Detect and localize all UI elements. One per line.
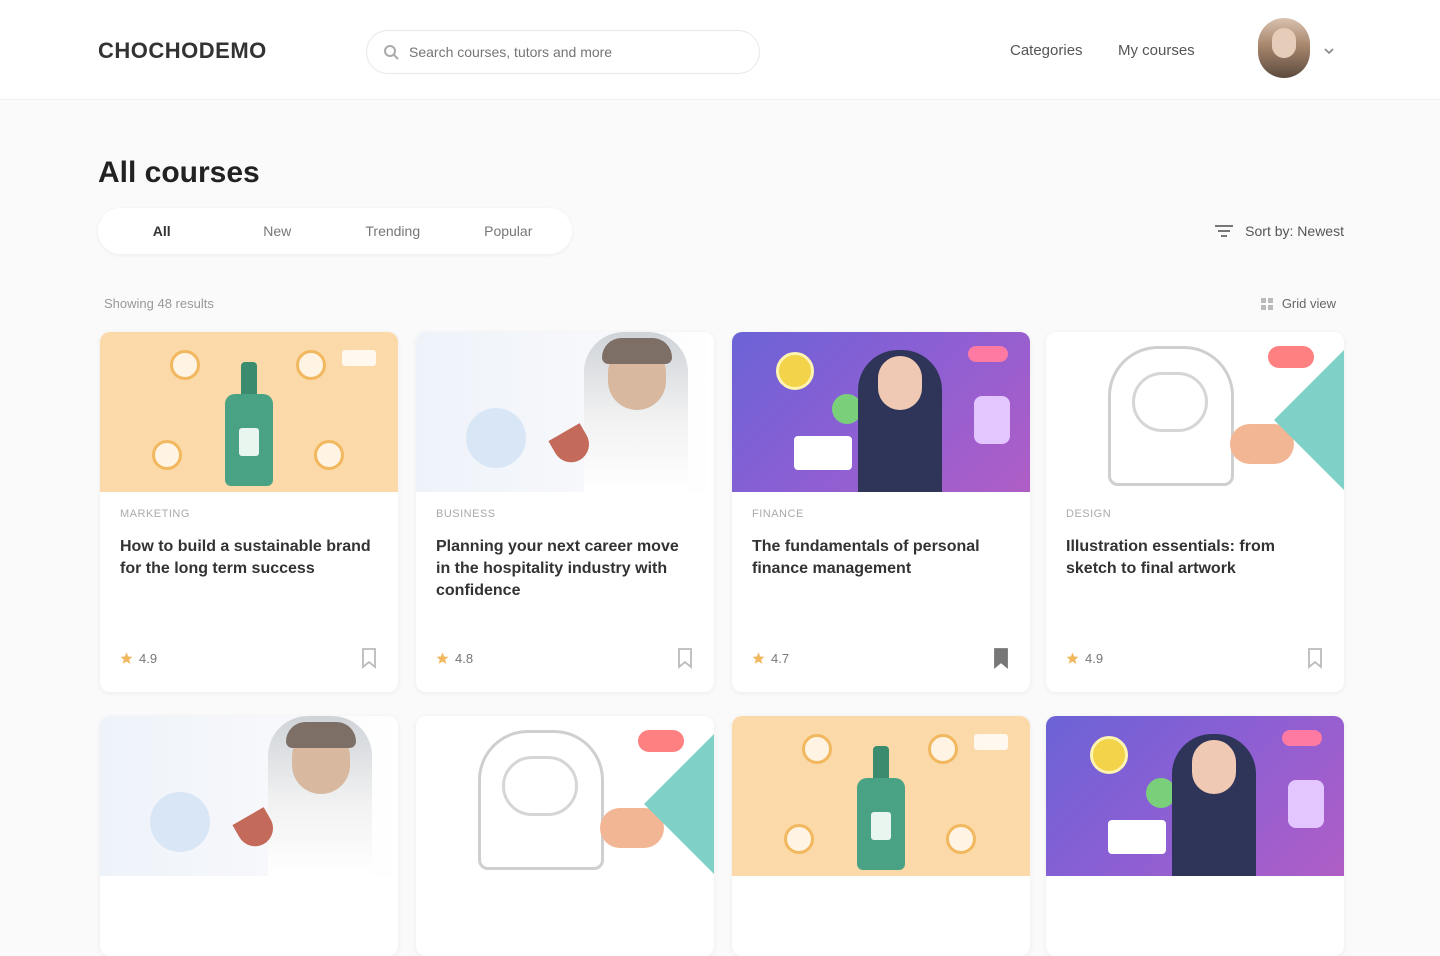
bookmark-icon[interactable] — [1306, 647, 1324, 669]
sort-label: Sort by: Newest — [1245, 223, 1344, 239]
course-thumbnail — [732, 332, 1030, 492]
course-card[interactable] — [100, 716, 398, 956]
sort-dropdown[interactable]: Sort by: Newest — [1213, 216, 1344, 246]
tab-popular[interactable]: Popular — [451, 213, 567, 249]
grid-icon — [1260, 297, 1273, 310]
top-header: CHOCHODEMO Categories My courses — [0, 0, 1440, 100]
search-icon — [384, 45, 399, 60]
avatar[interactable] — [1258, 18, 1310, 78]
course-thumbnail — [1046, 716, 1344, 876]
course-title[interactable]: The fundamentals of personal finance man… — [752, 536, 1010, 602]
course-thumbnail — [416, 332, 714, 492]
page-title: All courses — [98, 156, 260, 189]
course-category: Marketing — [120, 508, 190, 520]
search-bar[interactable] — [366, 30, 760, 74]
tab-trending[interactable]: Trending — [335, 213, 451, 249]
nav-link-categories[interactable]: Categories — [1010, 42, 1083, 59]
course-title[interactable]: Illustration essentials: from sketch to … — [1066, 536, 1324, 602]
course-card[interactable] — [416, 716, 714, 956]
bookmark-icon[interactable] — [992, 647, 1010, 669]
course-rating: 4.7 — [752, 651, 789, 666]
course-title[interactable]: Planning your next career move in the ho… — [436, 536, 694, 602]
sort-icon — [1215, 225, 1234, 237]
course-rating: 4.9 — [1066, 651, 1103, 666]
course-thumbnail — [100, 716, 398, 876]
star-icon — [436, 652, 449, 664]
star-icon — [752, 652, 765, 664]
result-count: Showing 48 results — [104, 296, 214, 311]
view-toggle[interactable]: Grid view — [1260, 296, 1336, 311]
logo[interactable]: CHOCHODEMO — [98, 38, 267, 64]
view-label: Grid view — [1281, 296, 1336, 311]
star-icon — [1066, 652, 1079, 664]
course-thumbnail — [100, 332, 398, 492]
course-category: Design — [1066, 508, 1112, 520]
nav-link-my-courses[interactable]: My courses — [1118, 42, 1195, 59]
course-card[interactable] — [1046, 716, 1344, 956]
bookmark-icon[interactable] — [676, 647, 694, 669]
filter-tabs: All New Trending Popular — [98, 208, 572, 254]
course-thumbnail — [732, 716, 1030, 876]
course-thumbnail — [416, 716, 714, 876]
course-card[interactable]: Design Illustration essentials: from ske… — [1046, 332, 1344, 692]
search-input[interactable] — [409, 44, 743, 60]
chevron-down-icon[interactable] — [1324, 46, 1334, 56]
course-card[interactable] — [732, 716, 1030, 956]
course-rating: 4.8 — [436, 651, 473, 666]
star-icon — [120, 652, 133, 664]
tab-new[interactable]: New — [220, 213, 336, 249]
course-category: Business — [436, 508, 496, 520]
course-title[interactable]: How to build a sustainable brand for the… — [120, 536, 378, 602]
course-card[interactable]: Marketing How to build a sustainable bra… — [100, 332, 398, 692]
course-card[interactable]: Finance The fundamentals of personal fin… — [732, 332, 1030, 692]
tab-all[interactable]: All — [104, 213, 220, 249]
course-card[interactable]: Business Planning your next career move … — [416, 332, 714, 692]
bookmark-icon[interactable] — [360, 647, 378, 669]
course-thumbnail — [1046, 332, 1344, 492]
course-category: Finance — [752, 508, 804, 520]
course-rating: 4.9 — [120, 651, 157, 666]
